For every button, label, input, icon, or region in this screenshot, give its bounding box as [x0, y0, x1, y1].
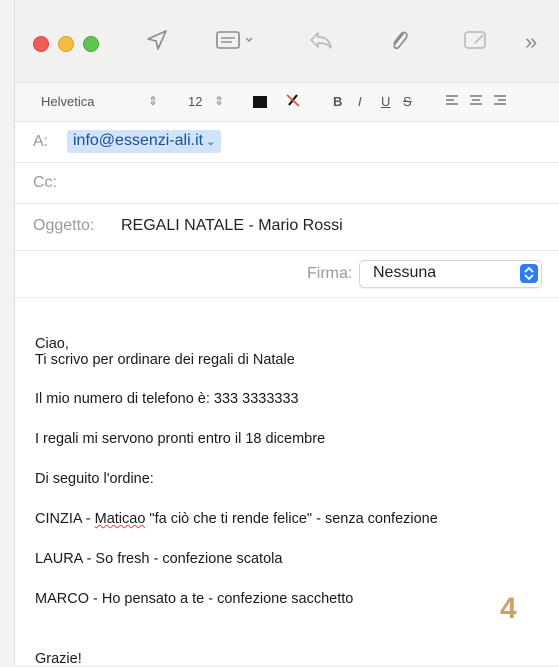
misspelled-word[interactable]: Maticao [95, 511, 146, 527]
signature-row: Firma: Nessuna [15, 251, 559, 298]
underline-button[interactable]: U [381, 94, 390, 109]
subject-label: Oggetto: [33, 217, 95, 234]
align-right-icon [494, 95, 506, 105]
signature-value: Nessuna [373, 264, 437, 281]
body-line: Ciao, [35, 336, 69, 352]
more-button[interactable]: » [525, 28, 537, 56]
signature-label: Firma: [307, 265, 353, 282]
close-button[interactable] [33, 36, 49, 52]
signature-select[interactable]: Nessuna [359, 260, 542, 288]
body-line: Il mio numero di telefono è: 333 3333333 [35, 391, 299, 407]
body-text: "fa ciò che ti rende felice" - senza con… [145, 511, 438, 527]
reply-button[interactable] [308, 28, 334, 52]
align-left-icon [446, 95, 458, 105]
align-center-icon [470, 95, 482, 105]
chevron-down-icon: ⌄ [203, 136, 216, 148]
body-text: CINZIA - [35, 511, 95, 527]
font-family-select[interactable]: Helvetica [41, 94, 94, 109]
highlight-icon [286, 94, 300, 107]
text-color-swatch[interactable] [253, 96, 267, 108]
body-line: MARCO - Ho pensato a te - confezione sac… [35, 591, 354, 607]
mail-compose-window: » Helvetica ⇕ 12 ⇕ B I U S A: info@essen… [14, 0, 559, 667]
format-bar: Helvetica ⇕ 12 ⇕ B I U S [15, 83, 559, 122]
attach-button[interactable] [387, 28, 411, 54]
header-fields-button[interactable] [215, 28, 257, 52]
minimize-button[interactable] [58, 36, 74, 52]
recipient-token[interactable]: info@essenzi-ali.it ⌄ [67, 130, 222, 153]
subject-field[interactable]: Oggetto: REGALI NATALE - Mario Rossi [15, 204, 559, 251]
to-field[interactable]: A: info@essenzi-ali.it ⌄ [15, 122, 559, 163]
align-right-button[interactable] [493, 94, 507, 109]
body-line: LAURA - So fresh - confezione scatola [35, 551, 283, 567]
reply-icon [310, 32, 332, 49]
toolbar: » [15, 0, 559, 83]
to-label: A: [33, 133, 49, 150]
chevron-updown-icon [520, 264, 538, 283]
font-size-select[interactable]: 12 [188, 94, 202, 109]
photo-browser-icon [464, 31, 486, 49]
send-button[interactable] [145, 28, 169, 52]
align-left-button[interactable] [445, 94, 459, 109]
bold-button[interactable]: B [333, 94, 342, 109]
window-controls [33, 36, 99, 52]
highlight-button[interactable] [285, 91, 301, 112]
recipient-address: info@essenzi-ali.it [73, 132, 204, 149]
italic-button[interactable]: I [358, 94, 362, 109]
chevron-updown-icon[interactable]: ⇕ [214, 94, 224, 108]
body-line: Ti scrivo per ordinare dei regali di Nat… [35, 352, 295, 368]
chevron-updown-icon[interactable]: ⇕ [148, 94, 158, 108]
cc-field[interactable]: Cc: [15, 163, 559, 204]
cc-label: Cc: [33, 174, 57, 191]
paperclip-icon [393, 31, 408, 50]
body-line: CINZIA - Maticao "fa ciò che ti rende fe… [35, 511, 438, 527]
body-line: Di seguito l'ordine: [35, 471, 154, 487]
subject-value: REGALI NATALE - Mario Rossi [121, 217, 343, 234]
align-center-button[interactable] [469, 94, 483, 109]
send-icon [147, 30, 167, 50]
strikethrough-button[interactable]: S [403, 94, 412, 109]
header-fields-icon [216, 31, 253, 49]
photo-browser-button[interactable] [462, 28, 490, 52]
page-number: 4 [500, 592, 517, 625]
zoom-button[interactable] [83, 36, 99, 52]
body-line: I regali mi servono pronti entro il 18 d… [35, 431, 326, 447]
